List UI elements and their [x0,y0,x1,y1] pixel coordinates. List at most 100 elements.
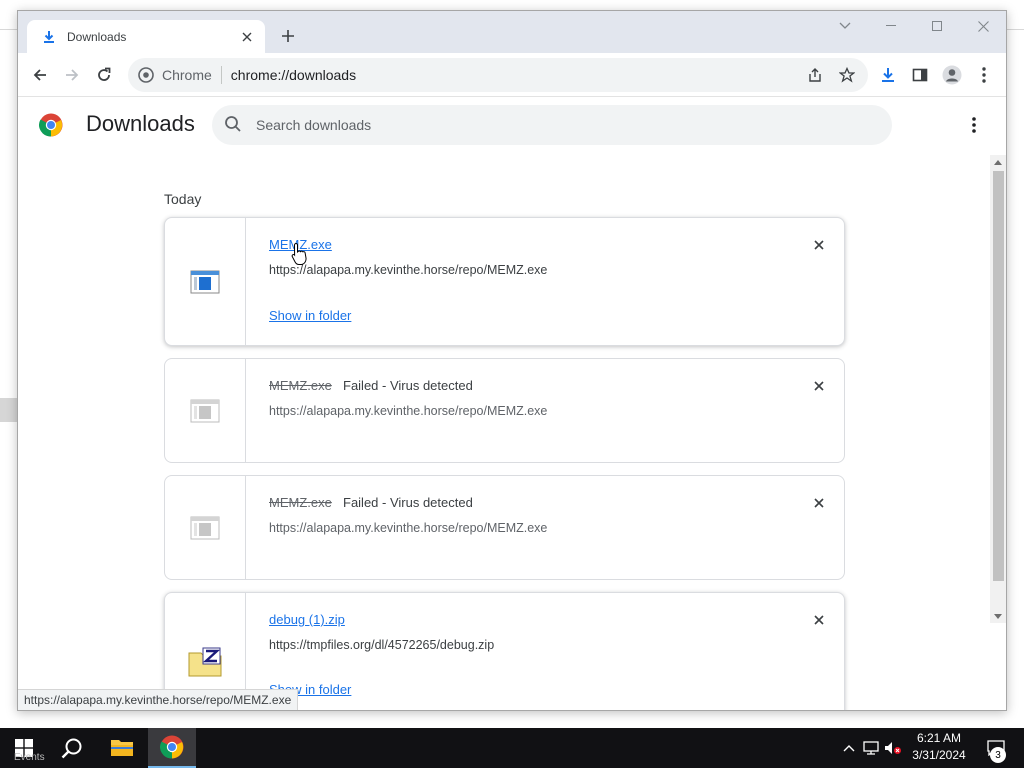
page-menu-button[interactable] [962,113,986,137]
page-title: Downloads [86,111,195,136]
tab-close-button[interactable] [239,29,255,45]
close-icon [814,615,824,625]
network-icon [863,741,879,755]
exe-file-icon-gray [190,399,220,422]
arrow-down-icon [994,613,1002,619]
plus-icon [282,30,294,42]
download-icon [41,29,57,45]
download-item: MEMZ.exe https://alapapa.my.kevinthe.hor… [164,217,845,346]
reload-icon [98,67,111,81]
link-status-bubble: https://alapapa.my.kevinthe.horse/repo/M… [18,689,299,710]
chrome-taskbar-button[interactable] [148,728,196,768]
minimize-button[interactable] [868,11,914,41]
close-icon [814,381,824,391]
downloads-list[interactable]: Today MEMZ.exe https://alapapa.my.kevint… [18,153,1006,710]
downloads-page: Downloads Today [18,97,1006,710]
tab-downloads[interactable]: Downloads [27,20,265,53]
omnibox-url[interactable]: chrome://downloads [231,67,356,83]
hand-cursor-icon [290,242,308,266]
download-url[interactable]: https://alapapa.my.kevinthe.horse/repo/M… [269,404,547,418]
download-file-icon-column [165,476,246,579]
arrow-up-icon [994,159,1002,165]
share-icon [809,68,821,82]
close-icon [814,498,824,508]
tab-search-button[interactable] [822,11,868,41]
search-icon [224,115,244,135]
section-header-today: Today [164,191,202,207]
scrollbar-thumb[interactable] [993,171,1004,581]
omnibox-separator [220,66,222,84]
download-url[interactable]: https://alapapa.my.kevinthe.horse/repo/M… [269,521,547,535]
exe-file-icon-gray [190,516,220,539]
back-button[interactable] [26,61,54,89]
maximize-button[interactable] [914,11,960,41]
download-url[interactable]: https://tmpfiles.org/dl/4572265/debug.zi… [269,638,494,652]
zip-file-icon [188,647,222,677]
remove-download-button[interactable] [810,494,828,512]
side-panel-button[interactable] [906,61,934,89]
new-tab-button[interactable] [277,25,299,47]
system-tray [838,728,904,768]
folder-icon [111,740,133,756]
scroll-down-button[interactable] [990,609,1006,623]
profile-button[interactable] [938,61,966,89]
download-file-link[interactable]: debug (1).zip [269,612,345,627]
close-window-button[interactable] [960,11,1006,41]
search-button[interactable] [48,728,96,768]
download-status: Failed - Virus detected [343,378,473,393]
remove-download-button[interactable] [810,236,828,254]
forward-button[interactable] [58,61,86,89]
scroll-up-button[interactable] [990,155,1006,169]
clock-date: 3/31/2024 [912,748,966,762]
page-scrollbar[interactable] [990,155,1006,623]
chrome-window: Downloads Chrome chrome://downloads Down… [17,10,1007,711]
download-item: MEMZ.exe Failed - Virus detected https:/… [164,475,845,580]
download-url[interactable]: https://alapapa.my.kevinthe.horse/repo/M… [269,263,547,277]
reload-button[interactable] [90,61,118,89]
bookmark-button[interactable] [836,64,858,86]
side-panel-icon [912,68,928,82]
exe-file-icon [190,270,220,293]
close-icon [814,240,824,250]
download-file-icon-column [165,359,246,462]
download-status: Failed - Virus detected [343,495,473,510]
minimize-icon [886,25,896,26]
chrome-logo-icon [39,113,63,137]
clock-time: 6:21 AM [916,731,962,745]
forward-arrow-icon [66,69,79,81]
remove-download-button[interactable] [810,377,828,395]
download-file-name: MEMZ.exe [269,495,332,510]
tab-title: Downloads [67,29,127,44]
avatar-icon [942,65,962,85]
address-bar[interactable]: Chrome chrome://downloads [128,58,868,92]
omnibox-chip-label: Chrome [162,67,212,83]
more-vert-icon [972,117,976,133]
tray-overflow-button[interactable] [838,728,860,768]
downloads-button[interactable] [874,61,902,89]
more-vert-icon [982,67,986,83]
download-icon [882,68,894,82]
back-arrow-icon [33,69,46,81]
chrome-icon [138,67,154,83]
chrome-icon [160,735,184,759]
file-explorer-button[interactable] [98,728,146,768]
downloads-header: Downloads [18,97,1006,153]
taskbar-clock[interactable]: 6:21 AM 3/31/2024 [900,730,978,766]
search-icon [61,738,82,759]
taskbar-weather-text: Events [14,752,45,763]
close-icon [977,20,989,32]
maximize-icon [932,21,942,31]
share-button[interactable] [804,64,826,86]
download-item: MEMZ.exe Failed - Virus detected https:/… [164,358,845,463]
download-file-icon-column [165,218,246,345]
remove-download-button[interactable] [810,611,828,629]
show-in-folder-link[interactable]: Show in folder [269,308,351,323]
desktop-background-item [0,398,17,422]
search-downloads-bar[interactable] [212,105,892,145]
chrome-menu-button[interactable] [970,61,998,89]
notification-count-badge: 3 [990,747,1006,763]
search-input[interactable] [256,117,816,133]
windows-taskbar: 6:21 AM 3/31/2024 [0,728,1024,768]
star-icon [839,67,855,83]
network-button[interactable] [860,728,882,768]
